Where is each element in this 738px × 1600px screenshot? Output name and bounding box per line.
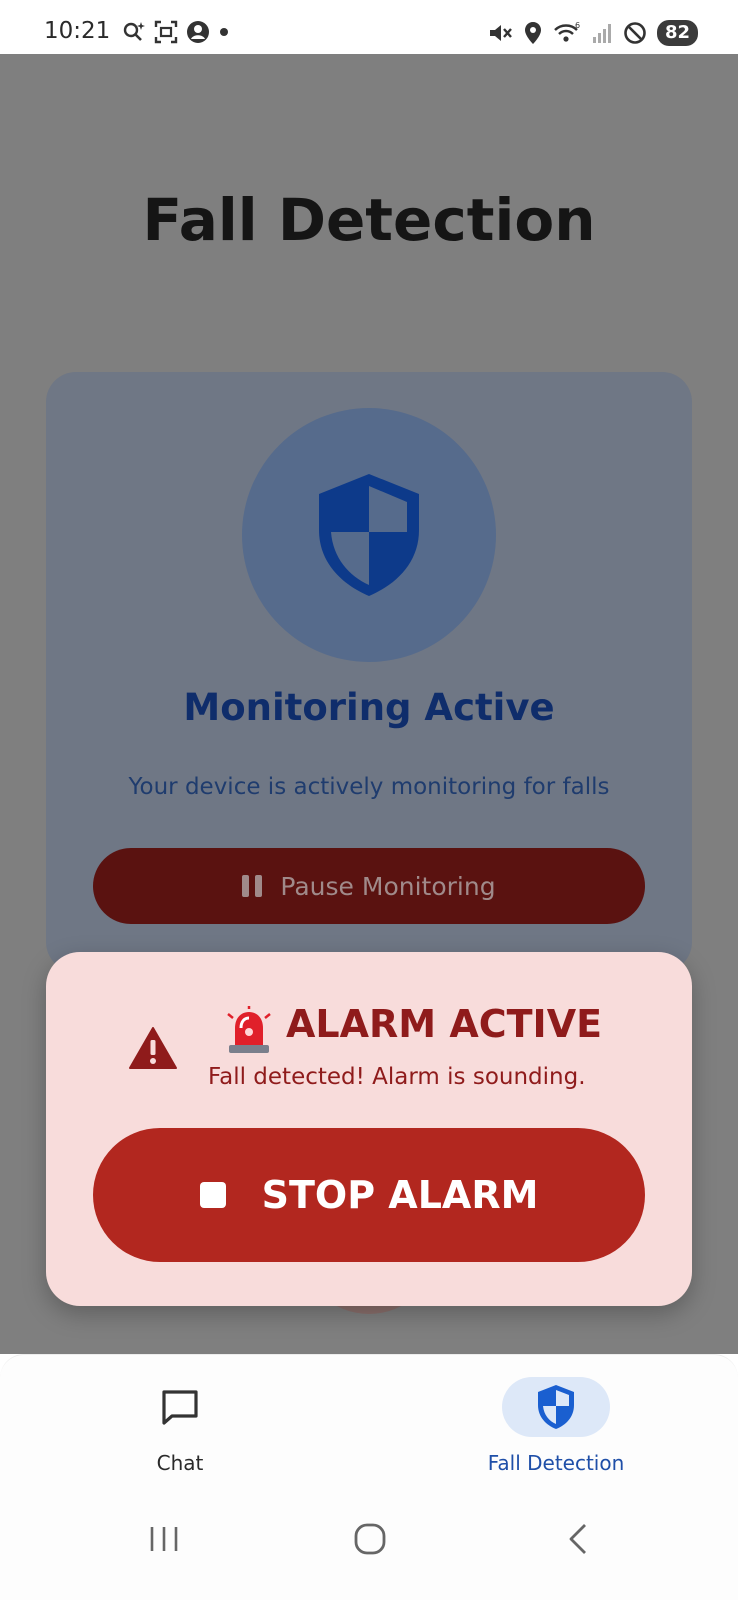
nav-icon-container [126,1377,234,1437]
warning-icon [129,1027,177,1069]
recents-button[interactable] [134,1514,194,1564]
stop-alarm-label: STOP ALARM [261,1173,539,1217]
monitoring-title: Monitoring Active [183,686,555,729]
status-time: 10:21 [44,18,111,44]
monitoring-description: Your device is actively monitoring for f… [128,774,610,800]
nav-label-chat: Chat [156,1451,204,1475]
status-left-icons [122,20,230,44]
home-button[interactable] [340,1514,400,1564]
screenshot-icon [154,20,178,44]
battery-level: 82 [656,20,698,46]
shield-icon [538,1385,574,1429]
do-not-disturb-icon [624,22,646,44]
pause-monitoring-button[interactable]: Pause Monitoring [93,848,645,924]
assistant-sparkle-icon [123,22,145,41]
shield-icon [319,474,419,596]
location-icon [524,22,541,44]
monitoring-status-card: Monitoring Active Your device is activel… [46,372,692,972]
back-icon [569,1524,586,1554]
siren-icon [227,1006,271,1053]
signal-icon [592,24,611,43]
svg-text:6: 6 [575,21,580,30]
home-icon [354,1523,386,1555]
back-button[interactable] [548,1514,608,1564]
status-bar: 10:21 6 82 [0,0,738,54]
alarm-message: Fall detected! Alarm is sounding. [208,1064,586,1090]
page-title: Fall Detection [142,186,596,254]
vibrate-mute-icon [489,25,512,41]
stop-icon [199,1182,226,1208]
status-right-icons: 6 82 [487,20,698,46]
alarm-title: ALARM ACTIVE [286,1002,603,1046]
recents-icon [150,1527,178,1551]
nav-label-fall-detection: Fall Detection [487,1451,625,1475]
wifi-icon: 6 [554,21,580,42]
alarm-dialog: ALARM ACTIVE Fall detected! Alarm is sou… [46,952,692,1306]
system-navigation-bar [0,1484,738,1600]
nav-item-fall-detection[interactable]: Fall Detection [456,1355,656,1485]
nav-icon-container-selected [502,1377,610,1437]
account-icon [187,21,209,43]
nav-item-chat[interactable]: Chat [80,1355,280,1485]
shield-badge [242,408,496,662]
bottom-navigation: Chat Fall Detection [0,1354,738,1484]
chat-icon [162,1390,198,1425]
stop-alarm-button[interactable]: STOP ALARM [93,1128,645,1262]
pause-monitoring-label: Pause Monitoring [280,871,496,901]
pause-icon [242,875,263,897]
dot-icon [220,28,228,36]
